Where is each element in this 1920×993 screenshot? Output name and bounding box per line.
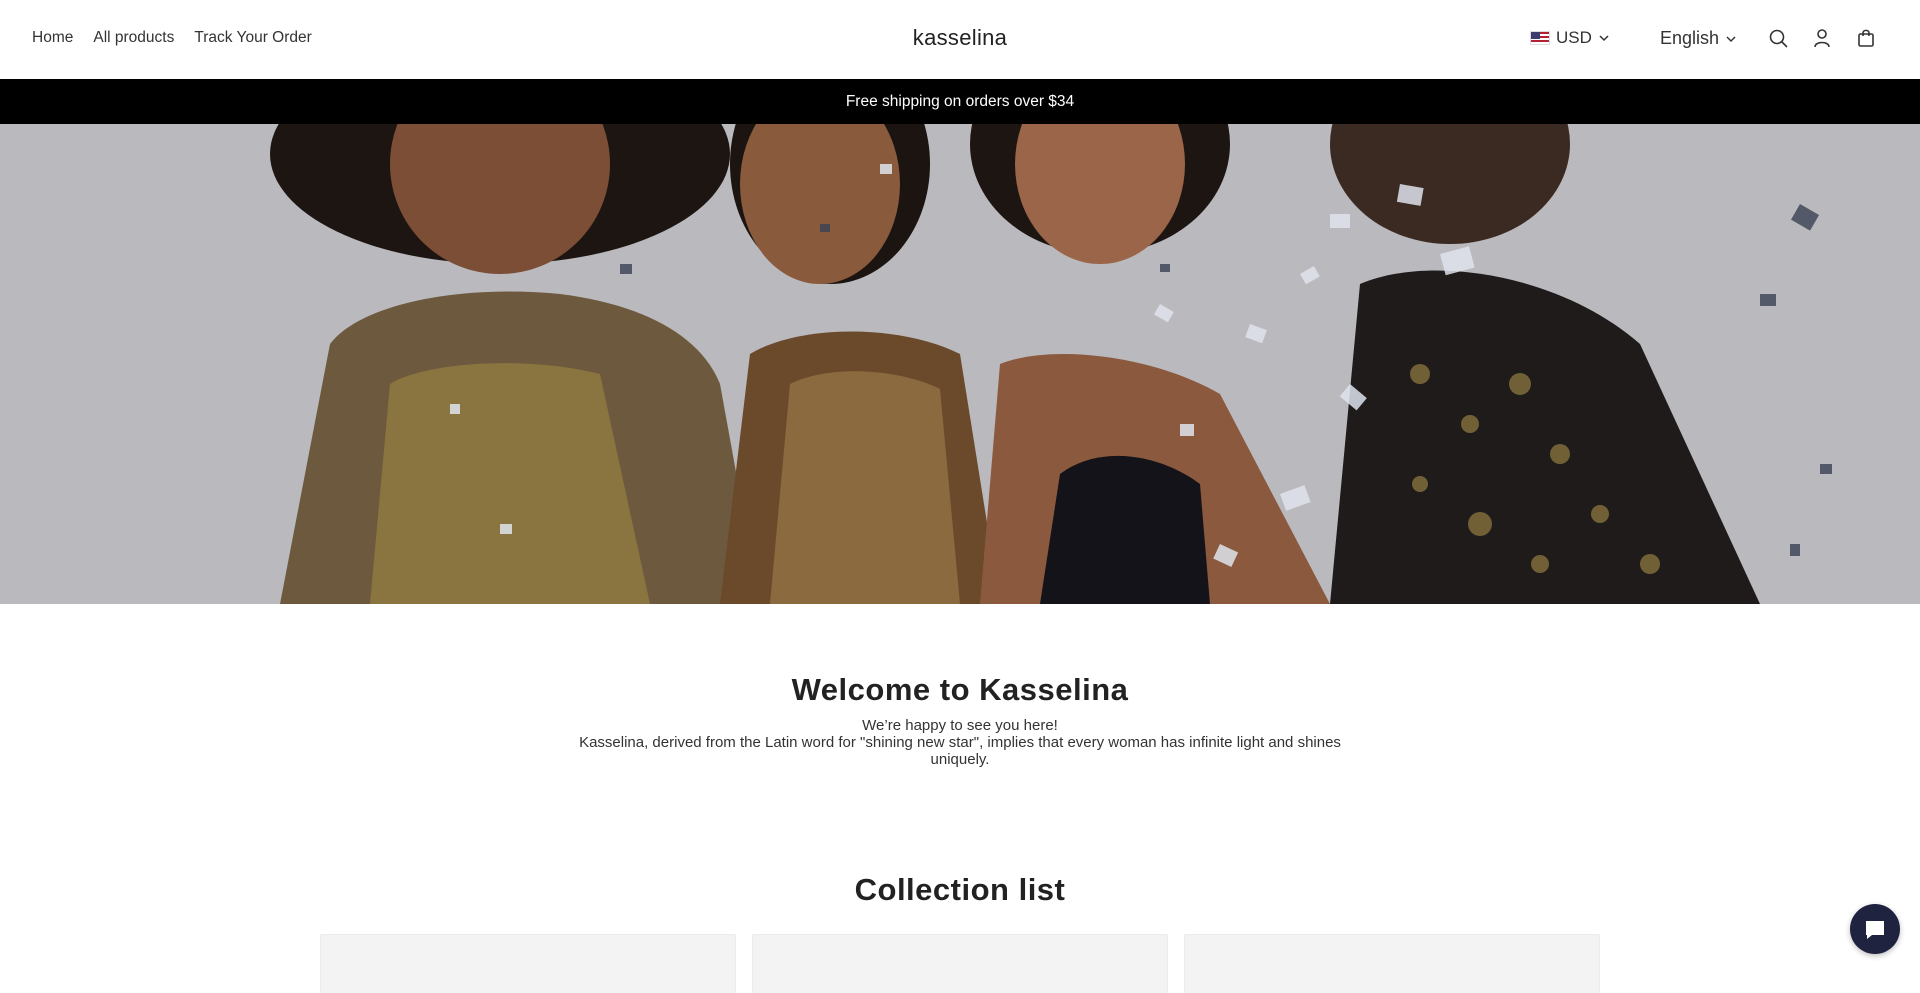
collection-list-title: Collection list <box>854 872 1066 907</box>
currency-label: USD <box>1556 28 1592 47</box>
language-label: English <box>1660 28 1720 48</box>
welcome-title: Welcome to Kasselina <box>791 672 1129 707</box>
intro-text: We’re happy to see you here! Kasselina, … <box>570 717 1350 768</box>
collection-card[interactable] <box>752 934 1168 993</box>
intro-greeting: We’re happy to see you here! <box>862 717 1058 734</box>
cart-icon[interactable] <box>1855 27 1877 49</box>
hero-banner <box>0 124 1920 604</box>
us-flag-icon <box>1530 31 1550 45</box>
chat-button[interactable] <box>1850 904 1900 954</box>
announcement-bar: Free shipping on orders over $34 <box>0 79 1920 124</box>
chevron-down-icon <box>1726 35 1736 42</box>
collection-card[interactable] <box>320 934 736 993</box>
hero-image <box>0 124 1920 604</box>
search-icon[interactable] <box>1767 27 1789 49</box>
chevron-down-icon <box>1599 35 1609 42</box>
site-logo[interactable]: kasselina <box>913 25 1007 50</box>
language-selector[interactable]: English <box>1660 28 1737 49</box>
currency-selector[interactable]: USD <box>1530 28 1610 48</box>
site-header: Home All products Track Your Order kasse… <box>0 0 1920 79</box>
announcement-text: Free shipping on orders over $34 <box>845 92 1075 110</box>
chat-icon <box>1866 921 1884 939</box>
collection-card[interactable] <box>1184 934 1600 993</box>
intro-description: Kasselina, derived from the Latin word f… <box>579 734 1341 768</box>
logo-container: kasselina <box>0 25 1920 51</box>
header-icons <box>1767 27 1877 49</box>
account-icon[interactable] <box>1811 27 1833 49</box>
collection-cards <box>320 934 1600 993</box>
